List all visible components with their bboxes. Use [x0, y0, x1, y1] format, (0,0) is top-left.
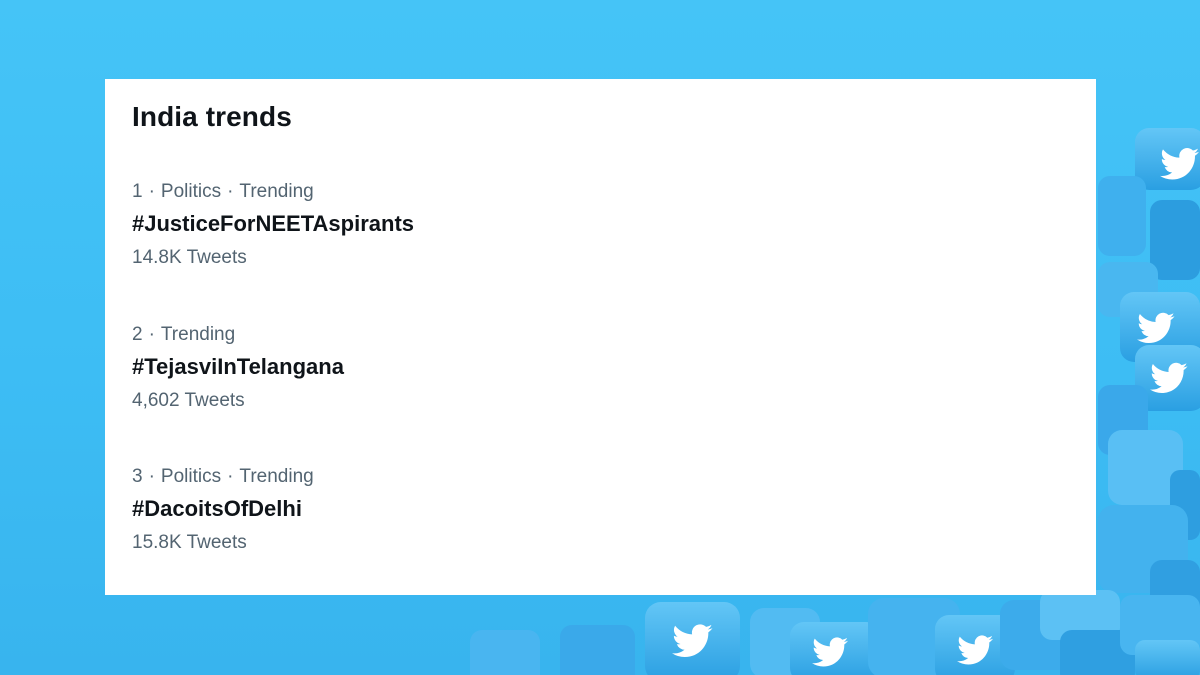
trend-hashtag[interactable]: #TejasviInTelangana	[132, 352, 344, 382]
trend-status: Trending	[160, 324, 236, 345]
tile-group-right	[1098, 128, 1200, 620]
trends-panel: India trends 1 · Politics · Trending #Justic…	[105, 79, 1096, 595]
trend-rank: 3	[132, 466, 143, 487]
trend-rank: 1	[132, 181, 143, 202]
trend-meta: 1 · Politics · Trending	[132, 179, 414, 205]
separator-dot: ·	[148, 324, 155, 345]
trend-item[interactable]: 2 · Trending #TejasviInTelangana 4,602 Twe…	[132, 322, 344, 414]
separator-dot: ·	[148, 181, 155, 202]
panel-title: India trends	[132, 101, 292, 132]
trend-status: Trending	[239, 181, 314, 202]
separator-dot: ·	[227, 466, 234, 487]
trend-meta: 2 · Trending	[132, 322, 344, 348]
trend-hashtag[interactable]: #JusticeForNEETAspirants	[132, 209, 414, 239]
trend-item[interactable]: 3 · Politics · Trending #DacoitsOfDelhi 15.8…	[132, 464, 314, 556]
trend-tweet-count: 4,602 Tweets	[132, 390, 245, 411]
trend-status: Trending	[239, 466, 314, 487]
trend-item[interactable]: 1 · Politics · Trending #JusticeForNEETAspir…	[132, 179, 414, 271]
trend-meta: 3 · Politics · Trending	[132, 464, 314, 490]
trend-category: Politics	[160, 181, 222, 202]
trend-hashtag[interactable]: #DacoitsOfDelhi	[132, 494, 314, 524]
trend-tweet-count: 14.8K Tweets	[132, 247, 247, 268]
trend-tweet-count: 15.8K Tweets	[132, 532, 247, 553]
separator-dot: ·	[148, 466, 155, 487]
tile-group-bottom	[470, 590, 1200, 675]
trend-category: Politics	[160, 466, 222, 487]
trend-rank: 2	[132, 324, 143, 345]
separator-dot: ·	[227, 181, 234, 202]
